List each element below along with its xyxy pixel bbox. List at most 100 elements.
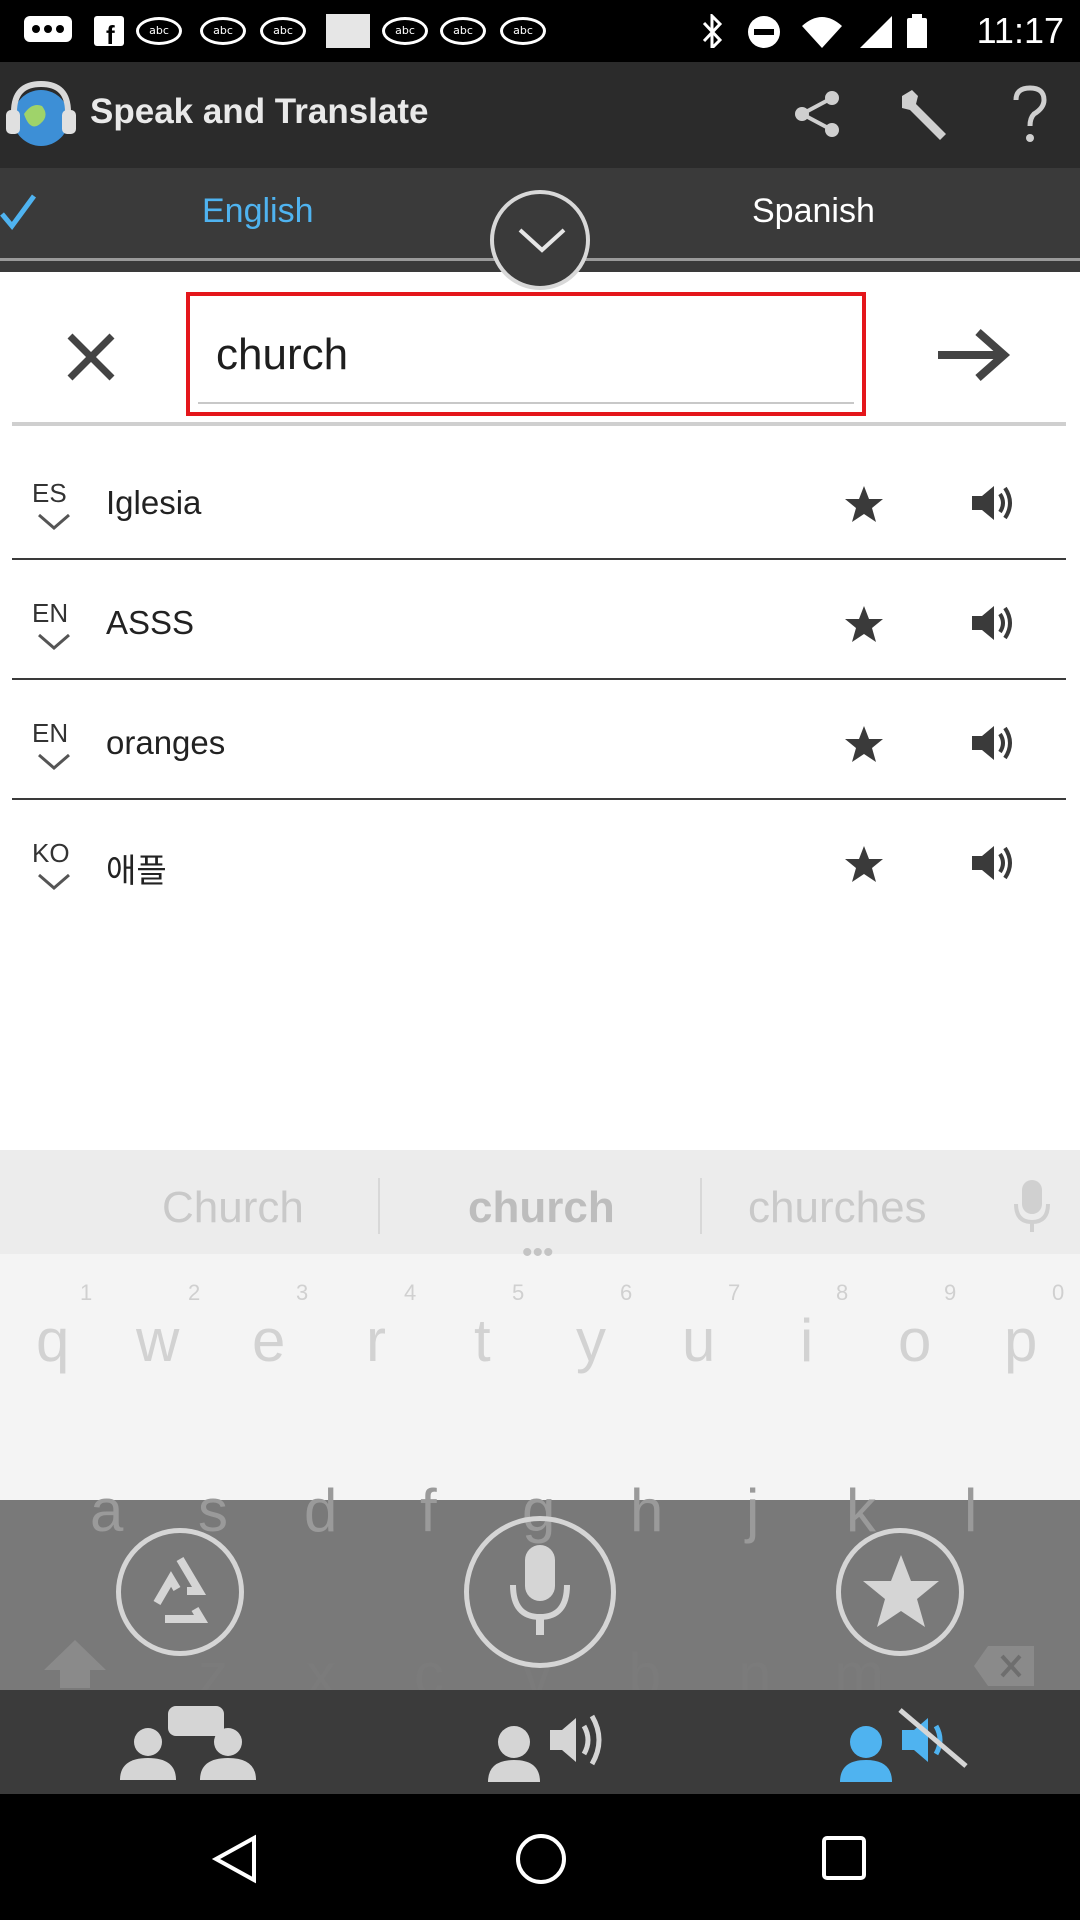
key-number: 5 (512, 1280, 525, 1305)
text-input[interactable]: church (186, 292, 866, 416)
text-input-value: church (216, 330, 349, 379)
suggestion-divider (378, 1178, 380, 1234)
key-e[interactable]: e (252, 1306, 285, 1375)
text-input-underline (198, 402, 854, 404)
wifi-icon (802, 17, 842, 48)
more-suggestions-icon: ••• (522, 1236, 554, 1269)
key-d[interactable]: d (304, 1476, 337, 1545)
clear-input-button[interactable] (64, 330, 118, 384)
key-u[interactable]: u (682, 1306, 715, 1375)
abc13-icon: abc (260, 17, 306, 45)
speaker-icon[interactable] (970, 602, 1014, 644)
bluetooth-icon (702, 14, 723, 48)
share-icon[interactable] (792, 88, 844, 140)
chevron-down-icon[interactable] (36, 512, 72, 532)
list-item[interactable]: ES Iglesia (12, 440, 1066, 560)
speaker-icon[interactable] (970, 842, 1014, 884)
favorite-star-icon[interactable] (844, 604, 884, 644)
language-code: EN (32, 718, 69, 748)
favorite-star-icon[interactable] (844, 724, 884, 764)
speaker-icon[interactable] (970, 722, 1014, 764)
key-number: 8 (836, 1280, 849, 1305)
microphone-button[interactable] (464, 1516, 616, 1668)
svg-text:f: f (106, 20, 115, 48)
key-y[interactable]: y (576, 1306, 606, 1375)
shift-key-icon[interactable] (40, 1638, 110, 1690)
list-item[interactable]: KO 애플 (12, 800, 1066, 920)
mute-mode-icon[interactable] (836, 1700, 972, 1784)
back-icon[interactable] (210, 1834, 260, 1884)
input-divider (12, 422, 1066, 426)
speaker-icon[interactable] (970, 482, 1014, 524)
list-item-text: Iglesia (106, 484, 202, 521)
swap-languages-button[interactable] (490, 190, 590, 290)
language-code: ES (32, 478, 67, 508)
translate-arrow-button[interactable] (934, 326, 1012, 384)
source-language-button[interactable]: English (202, 192, 314, 231)
chevron-down-icon[interactable] (36, 632, 72, 652)
keyboard-mic-icon[interactable] (1012, 1178, 1052, 1234)
do-not-disturb-icon (748, 16, 780, 48)
abc13-icon: abc (500, 17, 546, 45)
abc13-icon: abc (440, 17, 486, 45)
star-icon (863, 1555, 939, 1627)
conversation-mode-icon[interactable] (108, 1700, 268, 1784)
key-p[interactable]: p (1004, 1306, 1037, 1375)
favorite-star-icon[interactable] (844, 844, 884, 884)
recent-apps-icon[interactable] (820, 1834, 868, 1882)
suggestion-3[interactable]: churches (748, 1183, 927, 1233)
app-title: Speak and Translate (90, 92, 429, 131)
language-code: KO (32, 838, 70, 868)
reset-button[interactable] (116, 1528, 244, 1656)
list-item[interactable]: EN ASSS (12, 560, 1066, 680)
chevron-down-icon[interactable] (36, 752, 72, 772)
key-w[interactable]: w (136, 1306, 179, 1375)
abc13-icon: abc (382, 17, 428, 45)
suggestion-2[interactable]: church (468, 1183, 615, 1233)
key-t[interactable]: t (474, 1306, 491, 1375)
suggestion-divider (700, 1178, 702, 1234)
list-item-text: ASSS (106, 604, 195, 641)
key-number: 7 (728, 1280, 741, 1305)
backspace-key-icon[interactable] (972, 1644, 1036, 1688)
key-number: 6 (620, 1280, 633, 1305)
list-item[interactable]: EN oranges (12, 680, 1066, 800)
battery-icon (907, 14, 927, 48)
facebook-icon: f (94, 16, 124, 48)
key-j[interactable]: j (746, 1476, 759, 1545)
key-f[interactable]: f (420, 1476, 437, 1545)
key-number: 2 (188, 1280, 201, 1305)
target-language-button[interactable]: Spanish (752, 192, 875, 231)
chat-icon (24, 16, 72, 42)
key-o[interactable]: o (898, 1306, 931, 1375)
image-icon (326, 14, 370, 48)
status-bar: f abc abc abc abc abc abc 11:17 (0, 0, 1080, 62)
chevron-down-icon[interactable] (36, 872, 72, 892)
microphone-icon (510, 1545, 570, 1635)
abc13-icon: abc (200, 17, 246, 45)
key-number: 3 (296, 1280, 309, 1305)
app-logo-icon (6, 80, 76, 146)
key-i[interactable]: i (800, 1306, 813, 1375)
key-a[interactable]: a (90, 1476, 123, 1545)
favorite-star-icon[interactable] (844, 484, 884, 524)
list-item-text: 애플 (106, 851, 167, 890)
key-number: 9 (944, 1280, 957, 1305)
key-number: 0 (1052, 1280, 1065, 1305)
app-bar: Speak and Translate (0, 62, 1080, 168)
signal-icon (860, 16, 892, 48)
favorites-button[interactable] (836, 1528, 964, 1656)
list-item-text: oranges (106, 724, 226, 761)
key-h[interactable]: h (630, 1476, 663, 1545)
help-icon[interactable] (1010, 84, 1050, 146)
language-code: EN (32, 598, 69, 628)
key-number: 1 (80, 1280, 93, 1305)
key-r[interactable]: r (366, 1306, 386, 1375)
speak-mode-icon[interactable] (484, 1700, 620, 1784)
key-l[interactable]: l (964, 1476, 977, 1545)
home-icon[interactable] (514, 1832, 568, 1886)
recycle-icon (153, 1556, 209, 1623)
suggestion-1[interactable]: Church (162, 1183, 304, 1233)
settings-wrench-icon[interactable] (896, 86, 952, 142)
key-q[interactable]: q (36, 1306, 69, 1375)
